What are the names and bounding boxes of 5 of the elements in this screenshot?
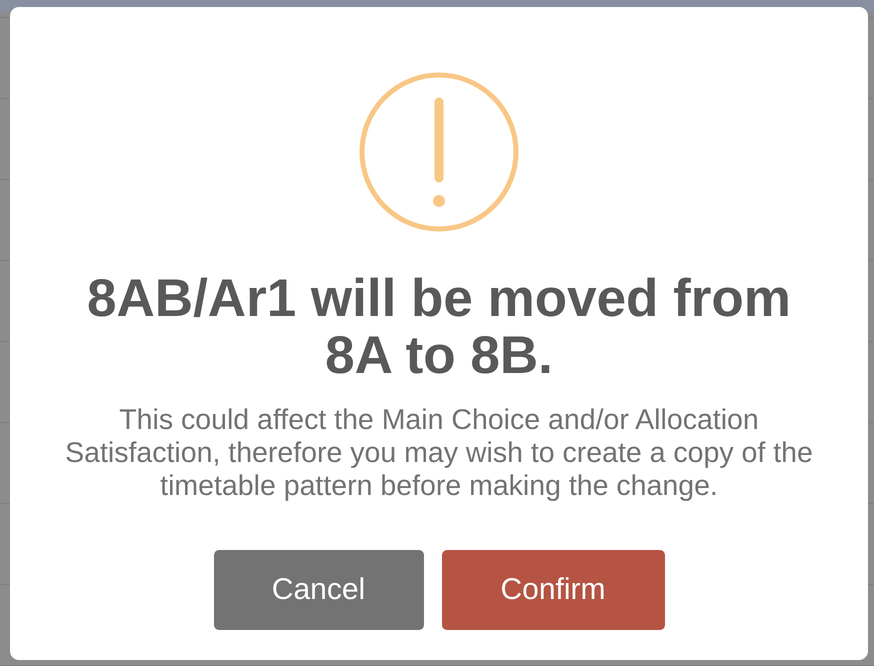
warning-icon bbox=[359, 72, 519, 232]
confirm-button[interactable]: Confirm bbox=[442, 550, 664, 630]
dialog-title: 8AB/Ar1 will be moved from 8A to 8B. bbox=[86, 270, 792, 384]
dialog-message: This could affect the Main Choice and/or Allocation Satisfaction, therefore you may wish to create a copy of the timetable pattern before making the change. bbox=[64, 404, 814, 503]
cancel-button[interactable]: Cancel bbox=[214, 550, 424, 630]
